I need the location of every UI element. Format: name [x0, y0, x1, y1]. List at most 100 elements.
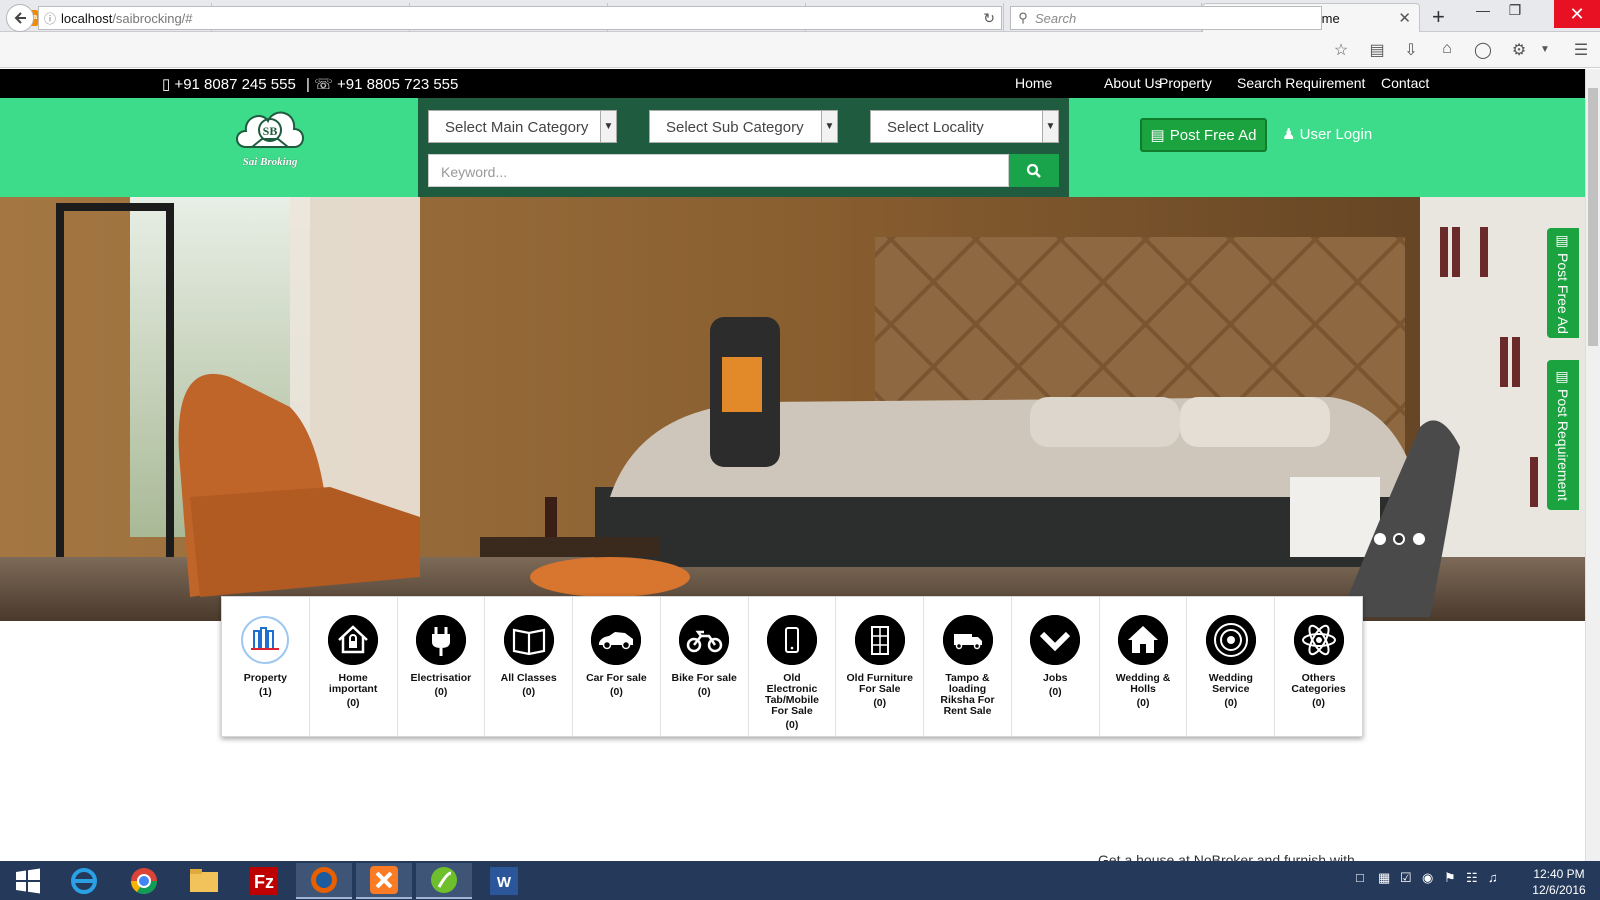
menu-search-requirement[interactable]: Search Requirement — [1237, 75, 1365, 91]
file-explorer-icon[interactable] — [176, 863, 232, 899]
svg-text:W: W — [497, 874, 512, 891]
category-label: All Classes — [500, 672, 557, 684]
reload-icon[interactable]: ↻ — [983, 10, 995, 27]
address-bar[interactable]: ⓘ localhost/saibrocking/# ↻ — [38, 6, 1002, 30]
phone-primary-text: +91 8087 245 555 — [174, 76, 296, 93]
pocket-icon[interactable]: ◯ — [1472, 40, 1494, 60]
firefox-icon[interactable] — [296, 863, 352, 899]
flag-tray-icon[interactable]: ⚑ — [1444, 870, 1456, 886]
category-item[interactable]: Home important (0) — [310, 597, 398, 736]
hamburger-menu-icon[interactable]: ☰ — [1570, 40, 1592, 60]
search-submit-button[interactable] — [1009, 154, 1059, 187]
close-icon[interactable]: ✕ — [1398, 9, 1411, 27]
start-button[interactable] — [0, 863, 56, 899]
volume-tray-icon[interactable]: ♫ — [1488, 870, 1498, 885]
wifi-tray-icon[interactable]: ☷ — [1466, 870, 1478, 886]
category-item[interactable]: Old Electronic Tab/Mobile For Sale (0) — [749, 597, 837, 736]
menu-contact[interactable]: Contact — [1381, 75, 1429, 91]
car-icon — [591, 615, 642, 665]
user-login-label: User Login — [1299, 126, 1373, 143]
extension-icon[interactable]: ⚙ — [1508, 40, 1530, 60]
xampp-tray-icon[interactable]: □ — [1356, 870, 1364, 885]
side-post-free-ad-tab[interactable]: ▤ Post Free Ad — [1547, 228, 1579, 338]
chevron-down-icon: ▼ — [1042, 111, 1058, 142]
minimize-button[interactable]: — — [1468, 2, 1498, 18]
clock-time: 12:40 PM — [1533, 867, 1585, 881]
download-icon[interactable]: ⇩ — [1400, 40, 1422, 60]
category-item[interactable]: Wedding & Holls (0) — [1100, 597, 1188, 736]
network-tray-icon[interactable]: ▦ — [1378, 870, 1390, 886]
slider-dot-2[interactable] — [1393, 533, 1405, 545]
restore-button[interactable]: ❐ — [1500, 2, 1530, 19]
category-label: Others Categories — [1291, 672, 1346, 695]
category-label: Home important — [328, 672, 378, 695]
locality-value: Select Locality — [887, 119, 984, 136]
menu-about-us[interactable]: About Us — [1104, 75, 1162, 91]
target-icon — [1205, 615, 1256, 665]
reading-list-icon[interactable]: ▤ — [1366, 40, 1388, 60]
briefcase-icon: ▤ — [1150, 127, 1165, 144]
phone-primary: ▯ +91 8087 245 555 — [162, 75, 296, 93]
category-strip: Property (1) Home important (0) Electrisatio… — [221, 596, 1363, 737]
logo-text: Sai Broking — [242, 156, 298, 168]
post-free-ad-button[interactable]: ▤ Post Free Ad — [1140, 118, 1267, 152]
url-path: /saibrocking/# — [112, 10, 193, 26]
back-button[interactable] — [6, 4, 34, 32]
close-window-button[interactable]: ✕ — [1554, 0, 1600, 28]
category-item[interactable]: Electrisatior (0) — [398, 597, 486, 736]
category-item[interactable]: Jobs (0) — [1012, 597, 1100, 736]
home-icon[interactable]: ⌂ — [1436, 40, 1458, 58]
slider-dot-3[interactable] — [1413, 533, 1425, 545]
scrollbar-thumb[interactable] — [1588, 88, 1598, 346]
url-host: localhost — [61, 10, 113, 26]
category-count: (0) — [1136, 697, 1150, 709]
plug-icon — [415, 615, 466, 665]
slider-dot-1[interactable] — [1374, 533, 1386, 545]
taskbar-clock[interactable]: 12:40 PM 12/6/2016 — [1524, 866, 1594, 898]
internet-explorer-icon[interactable] — [56, 863, 112, 899]
category-count: (0) — [785, 719, 799, 731]
chevron-down-icon — [1030, 615, 1081, 665]
main-category-select[interactable]: Select Main Category ▼ — [428, 110, 617, 143]
filezilla-icon[interactable]: Fz — [236, 863, 292, 899]
antivirus-tray-icon[interactable]: ☑ — [1400, 870, 1412, 886]
sub-category-select[interactable]: Select Sub Category ▼ — [649, 110, 838, 143]
dreamweaver-icon[interactable] — [416, 863, 472, 899]
chevron-down-icon: ▼ — [821, 111, 837, 142]
menu-property[interactable]: Property — [1159, 75, 1212, 91]
user-login-link[interactable]: ♟ User Login — [1282, 125, 1372, 143]
menu-home[interactable]: Home — [1015, 75, 1052, 91]
category-count: (0) — [434, 686, 448, 698]
eye-tray-icon[interactable]: ◉ — [1422, 870, 1433, 886]
windows-logo-icon — [16, 868, 40, 894]
keyword-input[interactable]: Keyword... — [428, 154, 1009, 187]
truck-icon — [942, 615, 993, 665]
chrome-icon[interactable] — [116, 863, 172, 899]
locality-select[interactable]: Select Locality ▼ — [870, 110, 1059, 143]
chevron-down-icon: ▼ — [600, 111, 616, 142]
category-label: Wedding Service — [1208, 672, 1253, 695]
xampp-icon[interactable] — [356, 863, 412, 899]
category-label: Old Furniture For Sale — [846, 672, 913, 695]
category-item[interactable]: Wedding Service (0) — [1187, 597, 1276, 736]
user-icon: ♟ — [1282, 126, 1296, 143]
search-icon: ⚲ — [1018, 10, 1028, 25]
sub-category-value: Select Sub Category — [666, 119, 804, 136]
category-item[interactable]: Bike For sale (0) — [661, 597, 749, 736]
browser-search-box[interactable]: ⚲ Search — [1010, 6, 1322, 30]
category-label: Bike For sale — [671, 672, 737, 684]
category-item[interactable]: Old Furniture For Sale (0) — [836, 597, 925, 736]
category-item[interactable]: Property (1) — [222, 597, 310, 736]
category-item[interactable]: Others Categories (0) — [1275, 597, 1362, 736]
category-item[interactable]: Tampo & loading Riksha For Rent Sale — [924, 597, 1012, 736]
home-lock-icon — [328, 615, 379, 665]
category-item[interactable]: Car For sale (0) — [573, 597, 661, 736]
new-tab-button[interactable]: + — [1432, 4, 1445, 30]
category-count: (0) — [346, 697, 360, 709]
side-post-requirement-tab[interactable]: ▤ Post Requirement — [1547, 360, 1579, 510]
word-icon[interactable]: W — [476, 863, 532, 899]
bookmark-star-icon[interactable]: ☆ — [1330, 40, 1352, 60]
category-label: Electrisatior — [410, 672, 472, 684]
overflow-chevron-icon[interactable]: ▼ — [1534, 44, 1556, 55]
category-item[interactable]: All Classes (0) — [485, 597, 574, 736]
